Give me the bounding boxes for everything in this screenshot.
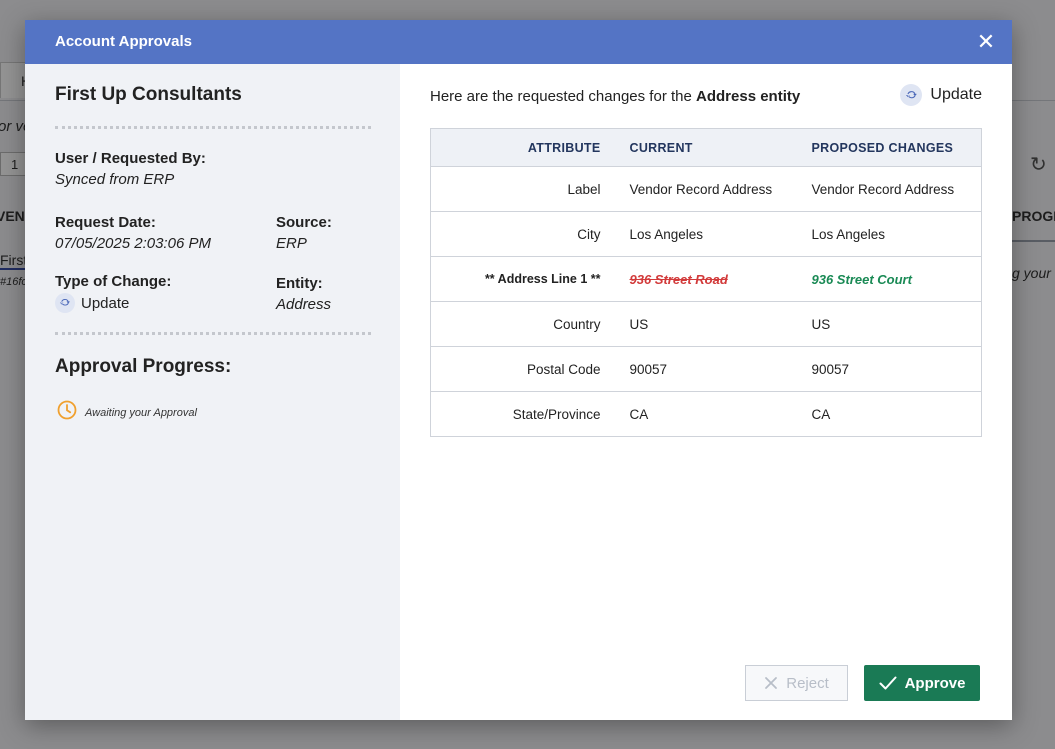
modal-title: Account Approvals: [55, 33, 192, 50]
request-details-panel: First Up Consultants User / Requested By…: [25, 64, 400, 720]
account-approvals-modal: Account Approvals ✕ First Up Consultants…: [25, 20, 1012, 720]
entity-name: Address entity: [696, 88, 801, 105]
proposed-cell-added: 936 Street Court: [798, 256, 982, 302]
added-value: 936 Street Court: [811, 271, 912, 287]
proposed-cell: Vendor Record Address: [798, 166, 982, 212]
entity-value: Address: [276, 296, 332, 313]
current-cell: US: [616, 301, 799, 347]
current-cell: Vendor Record Address: [616, 166, 799, 212]
column-header-proposed: PROPOSED CHANGES: [798, 128, 982, 167]
user-value: Synced from ERP: [55, 171, 175, 188]
change-type-text: Update: [930, 86, 982, 103]
x-icon: [764, 676, 778, 690]
close-icon[interactable]: ✕: [974, 30, 998, 54]
clock-icon: [57, 400, 77, 425]
approval-status-text: Awaiting your Approval: [85, 406, 197, 419]
reject-button-label: Reject: [786, 674, 829, 692]
modal-header: Account Approvals ✕: [25, 20, 1012, 64]
company-name: First Up Consultants: [55, 84, 242, 105]
request-date-value: 07/05/2025 2:03:06 PM: [55, 235, 211, 252]
current-cell: CA: [616, 391, 799, 437]
approval-status: Awaiting your Approval: [57, 400, 197, 425]
source-value: ERP: [276, 235, 307, 252]
removed-value: 936 Street Road: [629, 271, 728, 287]
approve-button-label: Approve: [904, 674, 966, 692]
dotted-divider: [55, 332, 371, 335]
approval-progress-title: Approval Progress:: [55, 356, 232, 377]
attribute-cell: State/Province: [430, 391, 617, 437]
table-row-changed: ** Address Line 1 ** 936 Street Road 936…: [430, 256, 982, 302]
column-header-current: CURRENT: [616, 128, 799, 167]
attribute-cell: Country: [430, 301, 617, 347]
attribute-cell: Postal Code: [430, 346, 617, 392]
checkmark-icon: [879, 676, 897, 690]
attribute-cell-changed: ** Address Line 1 **: [430, 256, 617, 302]
update-icon: [900, 84, 923, 106]
approve-button[interactable]: Approve: [864, 665, 980, 701]
proposed-cell: Los Angeles: [798, 211, 982, 257]
type-of-change-value: Update: [55, 293, 129, 313]
changes-table: ATTRIBUTE CURRENT PROPOSED CHANGES Label…: [430, 128, 982, 437]
update-icon: [55, 293, 75, 313]
reject-button[interactable]: Reject: [745, 665, 848, 701]
source-label: Source:: [276, 214, 332, 231]
request-date-label: Request Date:: [55, 214, 156, 231]
type-of-change-text: Update: [81, 294, 130, 312]
table-row: Country US US: [430, 301, 982, 347]
dotted-divider: [55, 126, 371, 129]
type-of-change-label: Type of Change:: [55, 273, 172, 290]
current-cell: Los Angeles: [616, 211, 799, 257]
user-label: User / Requested By:: [55, 150, 206, 167]
table-row: Label Vendor Record Address Vendor Recor…: [430, 166, 982, 212]
current-cell: 90057: [616, 346, 799, 392]
change-type-indicator: Update: [900, 84, 982, 106]
attribute-cell: City: [430, 211, 617, 257]
table-row: State/Province CA CA: [430, 391, 982, 437]
proposed-cell: CA: [798, 391, 982, 437]
table-header-row: ATTRIBUTE CURRENT PROPOSED CHANGES: [430, 128, 982, 167]
changes-panel: Here are the requested changes for the A…: [400, 64, 1012, 720]
proposed-cell: US: [798, 301, 982, 347]
table-row: City Los Angeles Los Angeles: [430, 211, 982, 257]
column-header-attribute: ATTRIBUTE: [430, 128, 617, 167]
table-row: Postal Code 90057 90057: [430, 346, 982, 392]
changes-intro: Here are the requested changes for the A…: [430, 88, 801, 105]
current-cell-removed: 936 Street Road: [616, 256, 799, 302]
proposed-cell: 90057: [798, 346, 982, 392]
attribute-cell: Label: [430, 166, 617, 212]
entity-label: Entity:: [276, 275, 323, 292]
